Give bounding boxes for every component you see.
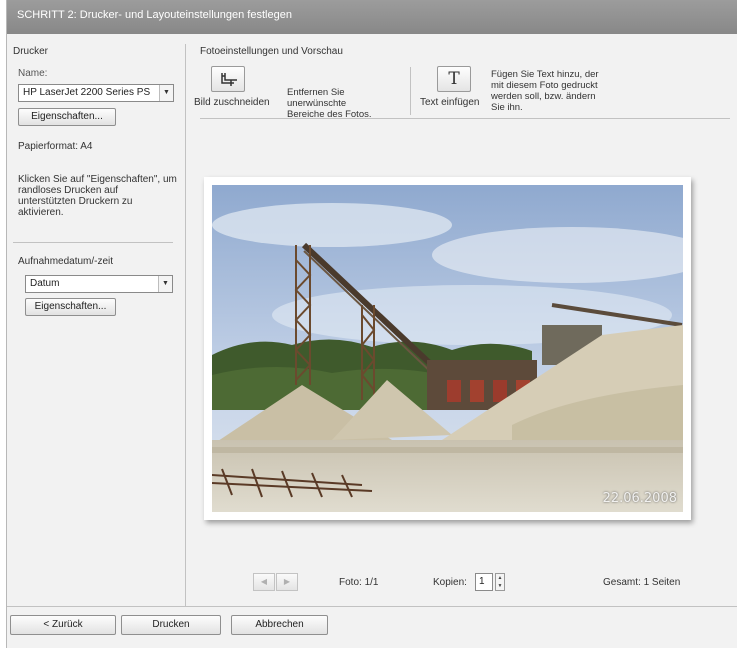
stepper-down-icon[interactable]: ▼: [496, 582, 504, 590]
previous-photo-button[interactable]: ◀: [253, 573, 275, 591]
divider: [13, 242, 173, 243]
crop-icon: [221, 73, 237, 86]
text-button[interactable]: T: [437, 66, 471, 92]
toolbar-divider: [200, 118, 730, 119]
paper-format-label: Papierformat: A4: [18, 141, 93, 152]
copies-input[interactable]: 1: [475, 573, 493, 591]
copies-label: Kopien:: [433, 577, 467, 588]
printer-select-value: HP LaserJet 2200 Series PS: [23, 87, 151, 98]
photo-preview: 22.06.2008: [204, 177, 691, 520]
chevron-down-icon: ▼: [159, 85, 173, 101]
crop-label: Bild zuschneiden: [194, 97, 270, 108]
photo-counter: Foto: 1/1: [339, 577, 379, 588]
text-icon: T: [448, 69, 460, 89]
tool-divider: [410, 67, 411, 115]
copies-stepper[interactable]: ▲ ▼: [495, 573, 505, 591]
print-button[interactable]: Drucken: [121, 615, 221, 635]
print-dialog: SCHRITT 2: Drucker- und Layouteinstellun…: [6, 0, 737, 648]
dialog-actions: < Zurück Drucken Abbrechen: [7, 612, 737, 648]
printer-settings-panel: Drucker Name: HP LaserJet 2200 Series PS…: [7, 34, 185, 606]
photo-settings-label: Fotoeinstellungen und Vorschau: [200, 46, 343, 57]
capture-date-label: Aufnahmedatum/-zeit: [18, 256, 114, 267]
crop-button[interactable]: [211, 66, 245, 92]
dialog-title: SCHRITT 2: Drucker- und Layouteinstellun…: [7, 0, 737, 34]
printer-select[interactable]: HP LaserJet 2200 Series PS ▼: [18, 84, 174, 102]
cancel-button[interactable]: Abbrechen: [231, 615, 328, 635]
date-properties-button[interactable]: Eigenschaften...: [25, 298, 116, 316]
footer-divider: [7, 606, 737, 607]
date-stamp: 22.06.2008: [602, 491, 677, 506]
chevron-down-icon: ▼: [158, 276, 172, 292]
quarry-photo: [212, 185, 683, 512]
capture-date-select-value: Datum: [30, 278, 60, 289]
capture-date-select[interactable]: Datum ▼: [25, 275, 173, 293]
photo-preview-panel: Fotoeinstellungen und Vorschau Bild zusc…: [185, 34, 737, 606]
photo-image: 22.06.2008: [212, 185, 683, 512]
crop-description: Entfernen Sie unerwünschte Bereiche des …: [287, 87, 372, 120]
printer-name-label: Name:: [18, 68, 48, 79]
text-label: Text einfügen: [420, 97, 480, 108]
next-photo-button[interactable]: ▶: [276, 573, 298, 591]
total-pages: Gesamt: 1 Seiten: [603, 577, 681, 588]
stepper-up-icon[interactable]: ▲: [496, 574, 504, 582]
text-description: Fügen Sie Text hinzu, der mit diesem Fot…: [491, 69, 599, 113]
back-button[interactable]: < Zurück: [10, 615, 116, 635]
printer-properties-button[interactable]: Eigenschaften...: [18, 108, 116, 126]
printer-section-label: Drucker: [13, 46, 49, 57]
borderless-hint: Klicken Sie auf "Eigenschaften", um rand…: [18, 174, 177, 218]
